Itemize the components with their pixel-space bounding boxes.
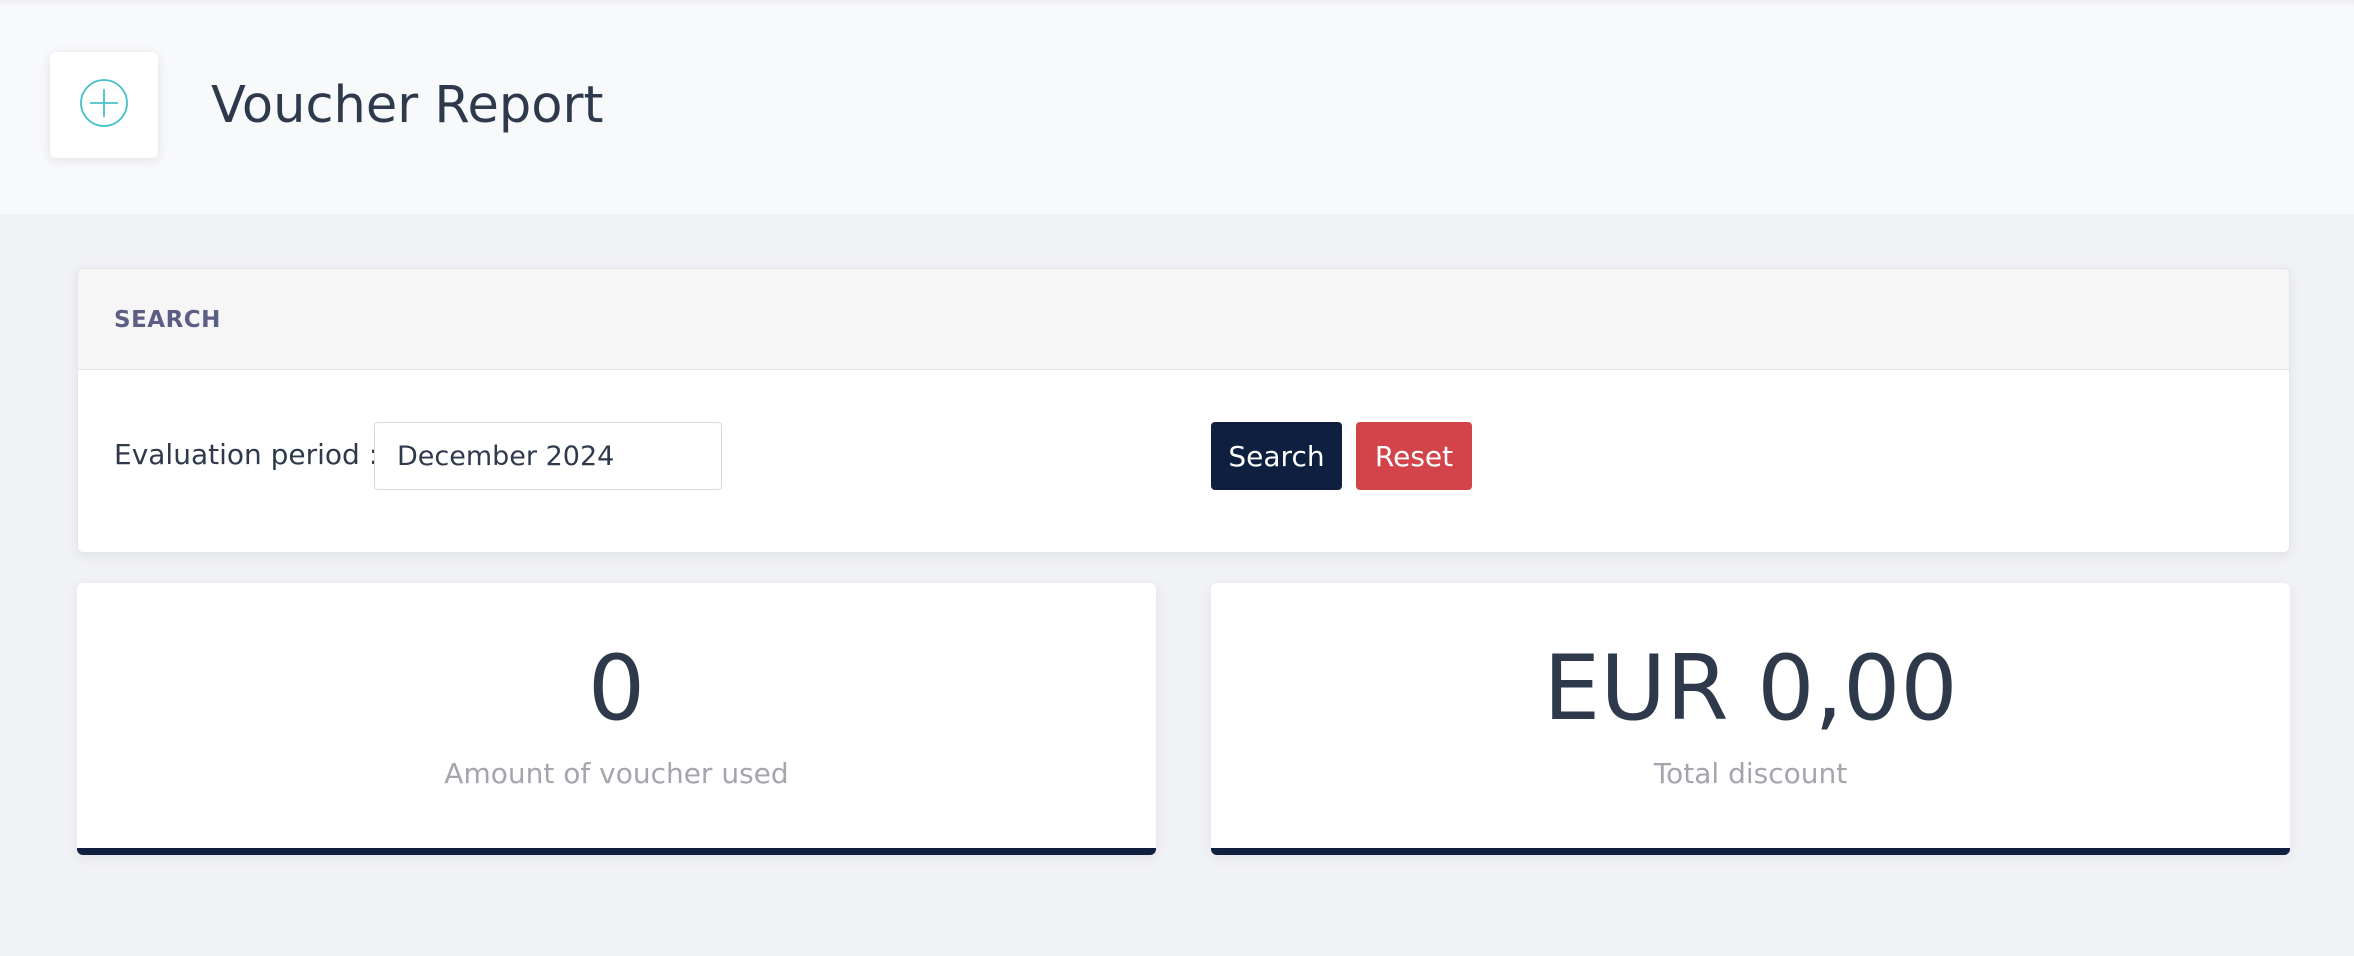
total-discount-caption: Total discount — [1653, 757, 1848, 790]
total-discount-card: EUR 0,00 Total discount — [1211, 583, 2290, 855]
page-header: Voucher Report — [0, 0, 2354, 214]
reset-button[interactable]: Reset — [1356, 422, 1472, 490]
voucher-count-value: 0 — [587, 636, 646, 741]
add-button[interactable] — [50, 52, 158, 158]
search-panel-body: Evaluation period : Search Reset — [78, 370, 2289, 552]
voucher-count-caption: Amount of voucher used — [444, 757, 789, 790]
evaluation-period-input[interactable] — [374, 422, 722, 490]
total-discount-value: EUR 0,00 — [1543, 636, 1958, 741]
plus-circle-icon — [78, 77, 130, 133]
page-title: Voucher Report — [211, 76, 604, 135]
search-button[interactable]: Search — [1211, 422, 1342, 490]
search-panel: SEARCH Evaluation period : Search Reset — [77, 268, 2290, 553]
search-panel-title: SEARCH — [114, 307, 221, 333]
evaluation-period-label: Evaluation period : — [114, 438, 379, 471]
search-panel-header: SEARCH — [78, 269, 2289, 370]
voucher-count-card: 0 Amount of voucher used — [77, 583, 1156, 855]
